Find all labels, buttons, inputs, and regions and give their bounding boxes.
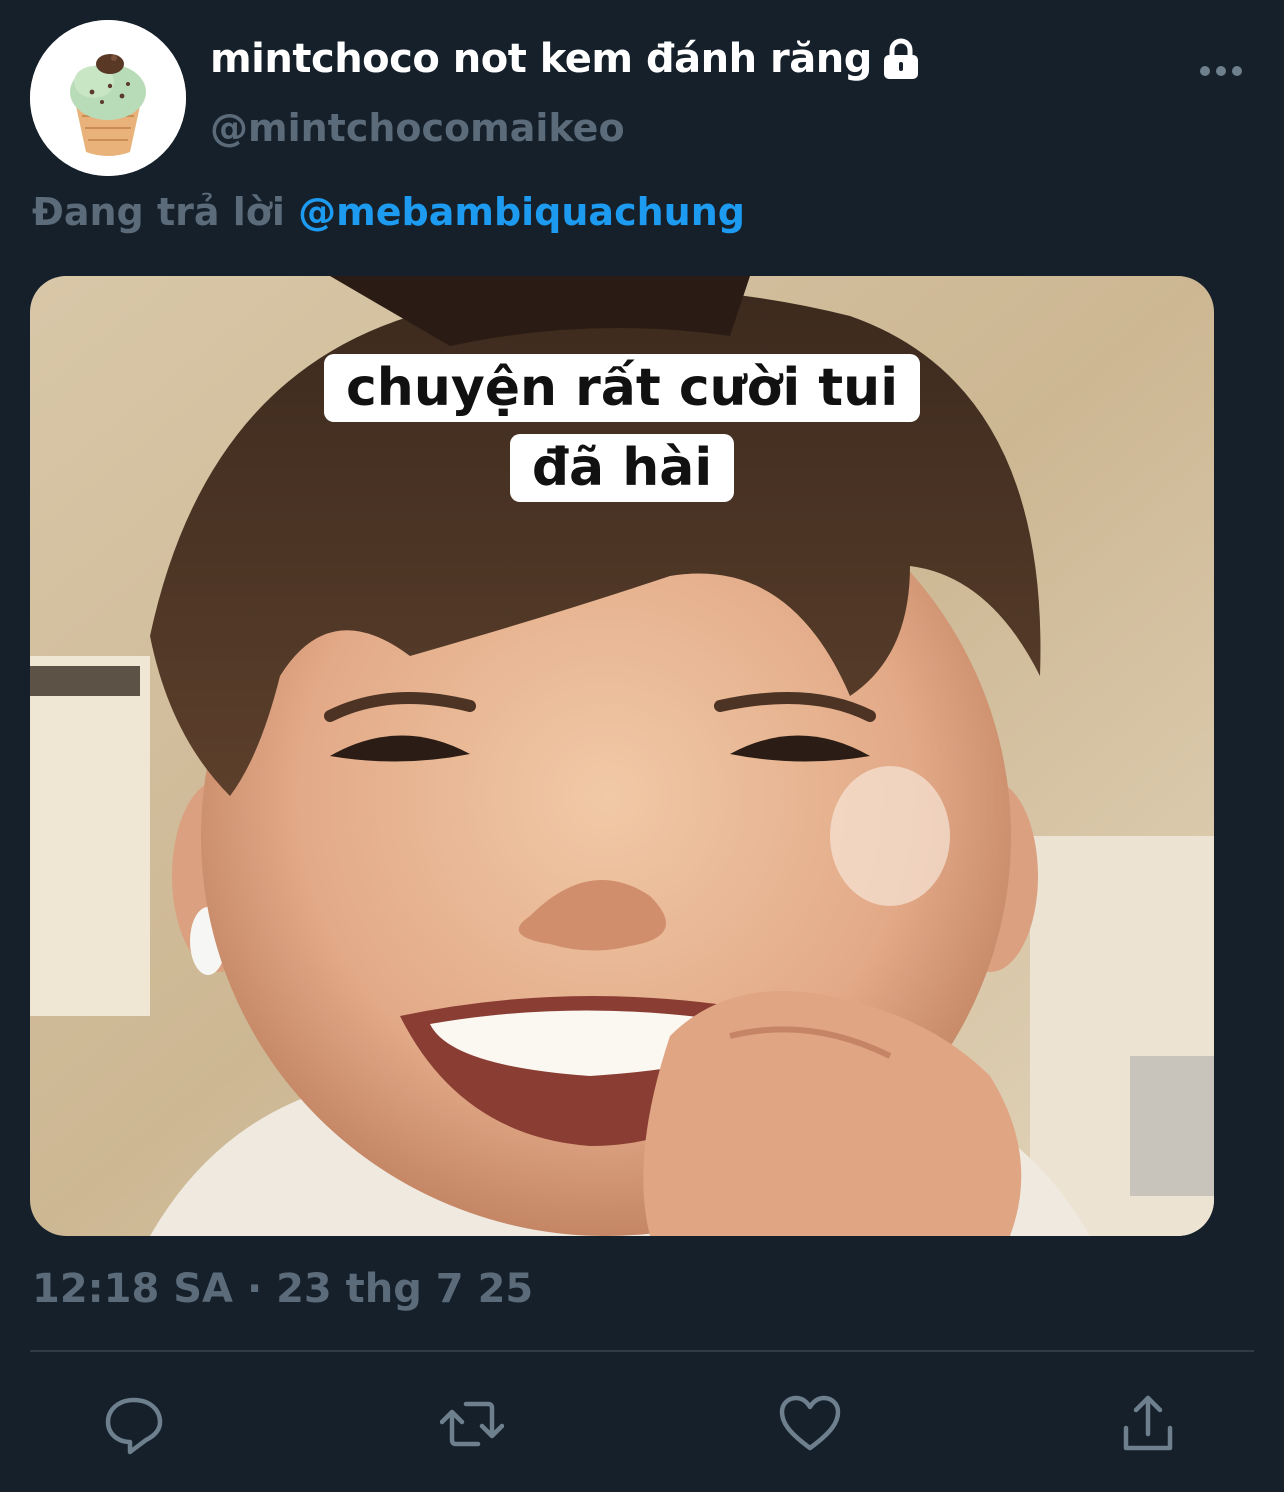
retweet-icon [440,1401,504,1447]
like-button[interactable] [778,1392,842,1456]
media-caption-box: chuyện rất cười tui đã hài [30,348,1214,508]
reply-mention-link[interactable]: @mebambiquachung [298,190,745,234]
avatar[interactable] [30,20,186,176]
more-icon[interactable] [1196,58,1246,84]
divider [30,1350,1254,1352]
display-name[interactable]: mintchoco not kem đánh răng [210,36,872,82]
tweet-timestamp[interactable]: 12:18 SA · 23 thg 7 25 [32,1266,533,1312]
heart-icon [779,1395,841,1451]
lock-icon [884,38,918,79]
reply-icon [105,1397,163,1455]
user-handle[interactable]: @mintchocomaikeo [210,106,625,150]
share-icon [1123,1395,1173,1451]
tweet: mintchoco not kem đánh răng @mintchocoma… [0,0,1284,1492]
reply-context: Đang trả lời @mebambiquachung [32,190,745,234]
tweet-media[interactable]: chuyện rất cười tui đã hài [30,276,1214,1236]
retweet-button[interactable] [440,1392,504,1456]
reply-button[interactable] [102,1392,166,1456]
share-button[interactable] [1116,1392,1180,1456]
reply-prefix: Đang trả lời [32,190,285,234]
mint-choco-ice-cream-icon [30,20,186,176]
media-caption: chuyện rất cười tui đã hài [323,354,921,502]
